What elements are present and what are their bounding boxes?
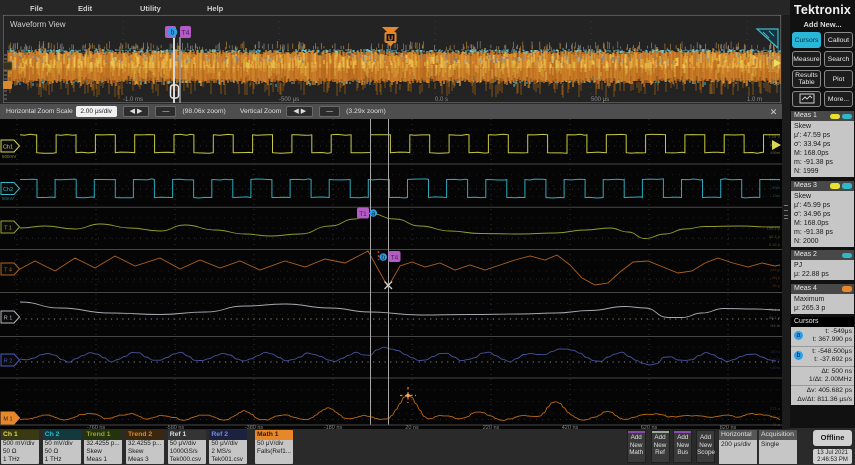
- svg-text:205p: 205p: [768, 68, 779, 74]
- svg-text:69m: 69m: [772, 185, 780, 190]
- svg-text:50 u: 50 u: [772, 357, 780, 362]
- svg-text:71 u: 71 u: [772, 422, 780, 427]
- svg-text:0.0 s: 0.0 s: [435, 97, 448, 103]
- svg-text:65.1 p: 65.1 p: [769, 234, 781, 239]
- svg-text:Ch1: Ch1: [3, 145, 13, 151]
- svg-text:T4: T4: [391, 255, 399, 262]
- svg-text:500 μs: 500 μs: [591, 97, 609, 103]
- svg-text:56.1 u: 56.1 u: [769, 315, 780, 320]
- svg-text:R 1: R 1: [4, 316, 13, 322]
- svg-text:Waveform View: Waveform View: [10, 20, 66, 29]
- svg-text:119 m: 119 m: [769, 177, 780, 182]
- svg-text:271 u: 271 u: [770, 406, 780, 411]
- svg-text:5p: 5p: [773, 81, 779, 87]
- svg-text:R 2: R 2: [4, 359, 13, 365]
- svg-text:U: U: [388, 36, 393, 43]
- svg-text:Ch2: Ch2: [3, 187, 13, 193]
- svg-text:M 1: M 1: [3, 417, 12, 423]
- svg-text:171 u: 171 u: [770, 414, 780, 419]
- svg-text:25 p: 25 p: [772, 283, 781, 288]
- svg-text:76.1 u: 76.1 u: [769, 307, 780, 312]
- svg-text:-1.0 ms: -1.0 ms: [123, 97, 143, 103]
- svg-text:1.0 m: 1.0 m: [747, 97, 762, 103]
- svg-text:125.1 p: 125.1 p: [767, 226, 781, 231]
- svg-text:405p: 405p: [768, 55, 779, 61]
- svg-text:145 p: 145 p: [770, 267, 781, 272]
- svg-text:85 p: 85 p: [772, 275, 781, 280]
- svg-text:T1: T1: [359, 211, 367, 218]
- svg-text:a: a: [371, 211, 375, 218]
- svg-text:19m: 19m: [772, 193, 780, 198]
- svg-text:-500 μs: -500 μs: [279, 97, 299, 103]
- svg-text:-49 u: -49 u: [771, 365, 780, 370]
- svg-text:b: b: [381, 255, 385, 262]
- svg-text:150 u: 150 u: [770, 349, 780, 354]
- svg-text:-94 m: -94 m: [770, 323, 781, 328]
- svg-text:50mV: 50mV: [2, 196, 14, 201]
- svg-text:5.16 p: 5.16 p: [769, 242, 781, 247]
- svg-text:T 1: T 1: [4, 226, 12, 232]
- svg-text:1.19 V: 1.19 V: [768, 134, 780, 139]
- svg-text:690m: 690m: [770, 142, 781, 147]
- svg-text:T 4: T 4: [4, 268, 12, 274]
- svg-text:195m: 195m: [770, 150, 781, 155]
- svg-text:500mV: 500mV: [2, 154, 16, 159]
- svg-text:b: b: [171, 30, 175, 37]
- svg-text:T4: T4: [181, 30, 189, 37]
